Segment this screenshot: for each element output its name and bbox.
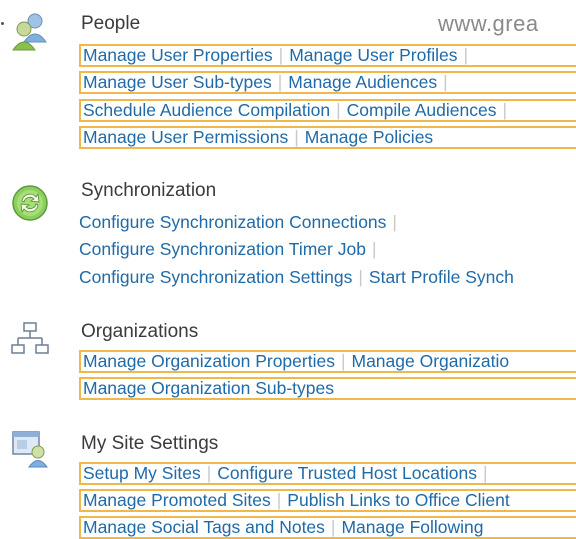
org-chart-icon (11, 322, 49, 354)
row-people-1: Manage User Properties | Manage User Profi… (79, 44, 576, 67)
link-configure-synchronization-settings[interactable]: Configure Synchronization Settings (79, 267, 352, 287)
link-start-profile-synchronization[interactable]: Start Profile Synch (369, 267, 514, 287)
row-people-3: Schedule Audience Compilation | Compile Au… (79, 99, 576, 122)
bullet-dot (1, 22, 4, 25)
link-configure-trusted-host-locations[interactable]: Configure Trusted Host Locations (217, 463, 477, 483)
link-configure-synchronization-timer-job[interactable]: Configure Synchronization Timer Job (79, 239, 366, 259)
link-manage-organization-sub-types[interactable]: Manage Organization Sub-types (83, 378, 334, 398)
link-configure-synchronization-connections[interactable]: Configure Synchronization Connections (79, 212, 386, 232)
row-sync-3: Configure Synchronization Settings | Start… (79, 267, 514, 287)
link-manage-organization-profiles[interactable]: Manage Organizatio (352, 351, 510, 371)
link-manage-social-tags-and-notes[interactable]: Manage Social Tags and Notes (83, 517, 325, 537)
link-manage-following[interactable]: Manage Following (341, 517, 483, 537)
link-manage-user-permissions[interactable]: Manage User Permissions (83, 127, 288, 147)
link-manage-user-sub-types[interactable]: Manage User Sub-types (83, 72, 272, 92)
link-manage-user-properties[interactable]: Manage User Properties (83, 45, 273, 65)
row-mysite-1: Setup My Sites | Configure Trusted Host Lo… (79, 462, 576, 485)
watermark: www.grea (438, 11, 539, 36)
link-schedule-audience-compilation[interactable]: Schedule Audience Compilation (83, 100, 330, 120)
section-title-organizations: Organizations (81, 321, 199, 342)
row-sync-1: Configure Synchronization Connections | (79, 212, 397, 232)
row-people-4: Manage User Permissions | Manage Policies (79, 126, 576, 149)
section-title-synchronization: Synchronization (81, 180, 217, 201)
people-icon (12, 13, 47, 51)
row-mysite-3: Manage Social Tags and Notes | Manage Foll… (79, 516, 576, 539)
row-sync-2: Configure Synchronization Timer Job | (79, 239, 377, 259)
section-title-my-site-settings: My Site Settings (81, 433, 219, 454)
link-manage-user-profiles[interactable]: Manage User Profiles (289, 45, 457, 65)
row-people-2: Manage User Sub-types | Manage Audiences | (79, 71, 576, 94)
row-mysite-2: Manage Promoted Sites | Publish Links to O… (79, 489, 576, 512)
link-compile-audiences[interactable]: Compile Audiences (347, 100, 497, 120)
link-manage-audiences[interactable]: Manage Audiences (288, 72, 437, 92)
link-publish-links-to-office-client[interactable]: Publish Links to Office Client (287, 490, 509, 510)
section-title-people: People (81, 13, 141, 34)
sync-icon (12, 185, 48, 221)
link-manage-organization-properties[interactable]: Manage Organization Properties (83, 351, 335, 371)
link-setup-my-sites[interactable]: Setup My Sites (83, 463, 201, 483)
link-manage-policies[interactable]: Manage Policies (305, 127, 433, 147)
my-site-icon (12, 431, 48, 468)
row-orgs-1: Manage Organization Properties | Manage Or… (79, 350, 576, 373)
row-orgs-2: Manage Organization Sub-types (79, 377, 576, 400)
link-manage-promoted-sites[interactable]: Manage Promoted Sites (83, 490, 271, 510)
